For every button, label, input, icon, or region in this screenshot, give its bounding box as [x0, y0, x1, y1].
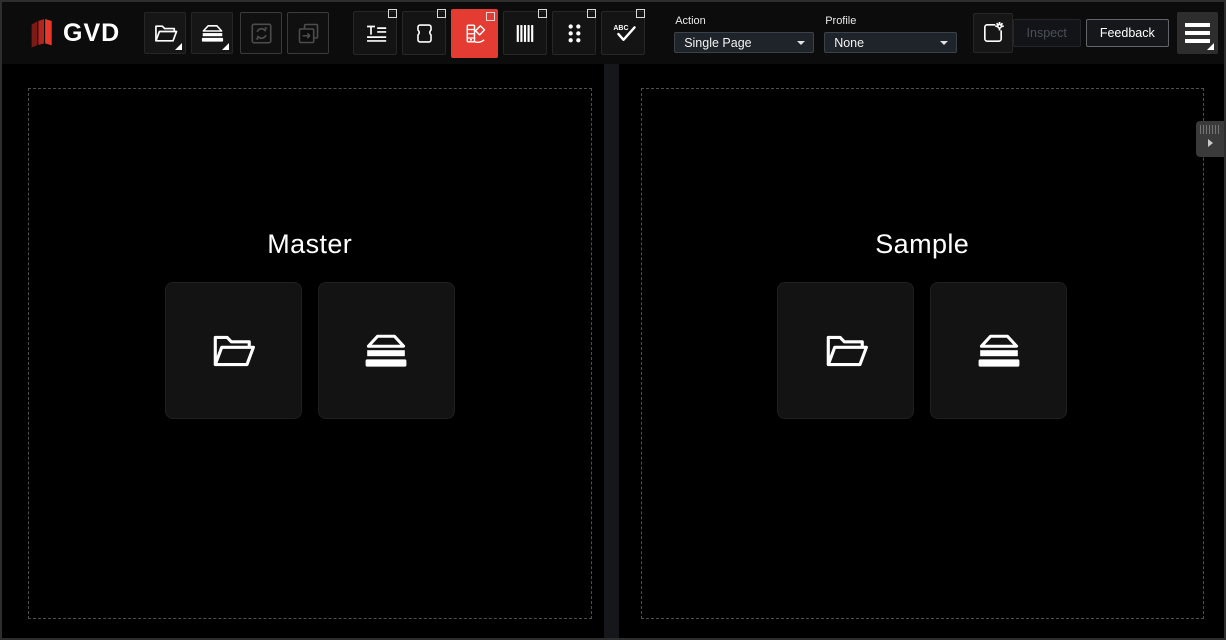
spelling-inspection-button[interactable]: [601, 11, 645, 55]
flyout-handle[interactable]: [1196, 121, 1224, 157]
app-window: GVD: [0, 0, 1226, 640]
dropdown-corner-icon: [1207, 43, 1214, 50]
grip-icon: [1200, 125, 1221, 134]
hamburger-menu-icon: [1185, 23, 1210, 27]
dropdown-corner-icon: [175, 43, 182, 50]
sample-drop-zone[interactable]: Sample: [641, 88, 1205, 619]
action-label: Action: [675, 15, 814, 27]
sample-open-file-button[interactable]: [777, 282, 914, 419]
sync-arrows-icon: [248, 20, 275, 47]
barcode-inspection-checkbox[interactable]: [538, 9, 547, 18]
graphics-inspection-icon: [411, 20, 438, 47]
disabled-button-group: [240, 12, 329, 54]
gvd-logo-icon: [26, 15, 56, 51]
feedback-button[interactable]: Feedback: [1086, 19, 1169, 47]
master-panel: Master: [2, 64, 604, 638]
text-inspection-button[interactable]: [353, 11, 397, 55]
file-button-group: [144, 12, 233, 54]
flyout-expand-arrow-icon: [1208, 139, 1213, 147]
scanner-icon: [973, 326, 1025, 376]
color-inspection-button[interactable]: [451, 9, 498, 58]
hamburger-menu-button[interactable]: [1177, 12, 1218, 54]
profile-dropdown[interactable]: None: [824, 32, 957, 53]
action-field: Action Single Page: [674, 15, 814, 53]
text-inspection-icon: [362, 20, 389, 47]
folder-open-icon: [207, 326, 259, 376]
toolbar: GVD: [2, 2, 1224, 64]
main-area: Master Sample: [2, 64, 1224, 638]
inspect-button[interactable]: Inspect: [1013, 19, 1081, 47]
master-open-file-button[interactable]: [165, 282, 302, 419]
chevron-down-icon: [797, 41, 805, 45]
app-logo-text: GVD: [63, 19, 120, 48]
dropdown-corner-icon: [222, 43, 229, 50]
profile-label: Profile: [825, 15, 957, 27]
master-scan-button[interactable]: [318, 282, 455, 419]
color-inspection-icon: [461, 20, 488, 47]
panel-divider: [604, 64, 619, 638]
braille-inspection-button[interactable]: [552, 11, 596, 55]
master-panel-title: Master: [267, 229, 352, 260]
braille-inspection-checkbox[interactable]: [587, 9, 596, 18]
profile-field: Profile None: [824, 15, 957, 53]
scanner-icon: [360, 326, 412, 376]
scan-button[interactable]: [191, 12, 233, 54]
sync-button[interactable]: [240, 12, 282, 54]
page-arrow-icon: [295, 20, 322, 47]
action-dropdown[interactable]: Single Page: [674, 32, 814, 53]
sample-panel: Sample: [619, 64, 1225, 638]
master-drop-zone[interactable]: Master: [28, 88, 592, 619]
profile-settings-button[interactable]: [973, 13, 1012, 53]
folder-open-icon: [820, 326, 872, 376]
braille-inspection-icon: [561, 20, 588, 47]
profile-dropdown-value: None: [834, 36, 864, 50]
spelling-inspection-checkbox[interactable]: [636, 9, 645, 18]
square-gear-icon: [979, 19, 1007, 47]
sample-scan-button[interactable]: [930, 282, 1067, 419]
text-inspection-checkbox[interactable]: [388, 9, 397, 18]
duplicate-page-button[interactable]: [287, 12, 329, 54]
graphics-inspection-button[interactable]: [402, 11, 446, 55]
open-file-button[interactable]: [144, 12, 186, 54]
chevron-down-icon: [940, 41, 948, 45]
app-logo: GVD: [26, 15, 120, 51]
barcode-inspection-icon: [512, 20, 539, 47]
barcode-inspection-button[interactable]: [503, 11, 547, 55]
sample-panel-title: Sample: [875, 229, 969, 260]
graphics-inspection-checkbox[interactable]: [437, 9, 446, 18]
action-dropdown-value: Single Page: [684, 36, 751, 50]
spellcheck-inspection-icon: [610, 20, 637, 47]
color-inspection-checkbox[interactable]: [486, 12, 495, 21]
inspection-mode-group: [353, 9, 645, 58]
